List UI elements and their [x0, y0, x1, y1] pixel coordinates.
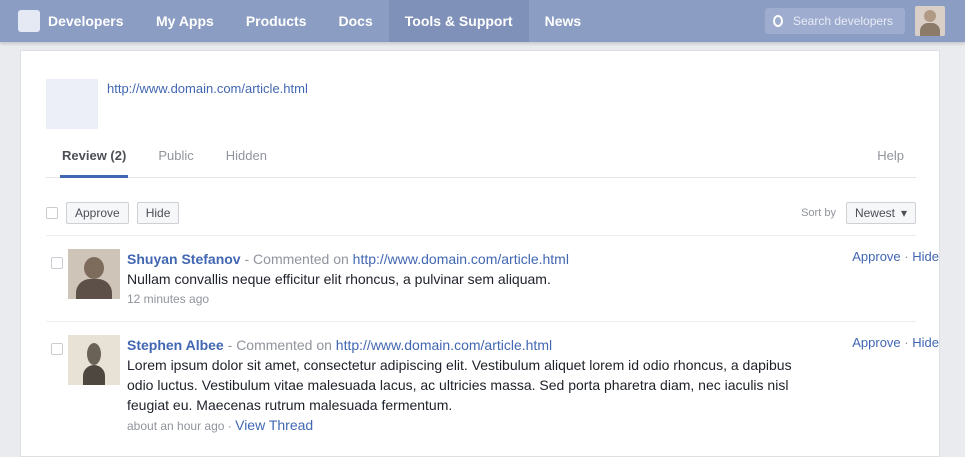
main-nav: My Apps Products Docs Tools & Support Ne… [140, 0, 597, 42]
developers-brand[interactable]: Developers [18, 9, 123, 33]
facebook-logo-icon [18, 10, 40, 32]
page-url-link[interactable]: http://www.domain.com/article.html [107, 81, 308, 96]
comment-author-link[interactable]: Stephen Albee [127, 337, 224, 353]
approve-button[interactable]: Approve [852, 249, 900, 264]
comment-article-link[interactable]: http://www.domain.com/article.html [336, 337, 552, 353]
tab-hidden[interactable]: Hidden [210, 133, 283, 177]
page-thumbnail [46, 79, 98, 129]
moderation-card: http://www.domain.com/article.html Revie… [20, 50, 940, 457]
comment-timestamp[interactable]: about an hour ago [127, 419, 224, 433]
moderation-tabs: Review (2) Public Hidden Help [46, 133, 916, 178]
comment-checkbox[interactable] [51, 257, 63, 269]
bulk-hide-button[interactable]: Hide [136, 202, 180, 224]
user-avatar[interactable] [915, 6, 945, 36]
select-all-checkbox[interactable] [46, 207, 58, 219]
chevron-down-icon: ▾ [900, 206, 907, 220]
nav-item-my-apps[interactable]: My Apps [140, 0, 230, 42]
brand-label: Developers [48, 13, 124, 29]
hide-button[interactable]: Hide [912, 335, 939, 350]
comment-author-link[interactable]: Shuyan Stefanov [127, 251, 241, 267]
comment-actions: Approve · Hide [852, 335, 939, 350]
nav-item-products[interactable]: Products [230, 0, 323, 42]
comment-separator: - [223, 337, 237, 353]
comment-text: Lorem ipsum dolor sit amet, consectetur … [127, 357, 792, 413]
comment-item: Shuyan Stefanov - Commented on http://ww… [46, 249, 939, 322]
avatar[interactable] [68, 249, 120, 299]
sort-dropdown[interactable]: Newest ▾ [845, 202, 916, 224]
approve-button[interactable]: Approve [852, 335, 900, 350]
comment-actions: Approve · Hide [852, 249, 939, 264]
comment-content: Shuyan Stefanov - Commented on http://ww… [127, 249, 792, 309]
comment-checkbox[interactable] [51, 343, 63, 355]
bulk-approve-button[interactable]: Approve [66, 202, 129, 224]
sort-value: Newest [854, 206, 895, 220]
nav-item-docs[interactable]: Docs [323, 0, 389, 42]
comment-content: Stephen Albee - Commented on http://www.… [127, 337, 792, 433]
bulk-action-bar: Approve Hide Sort by Newest ▾ [46, 191, 916, 236]
help-link[interactable]: Help [877, 148, 916, 163]
comment-item: Stephen Albee - Commented on http://www.… [46, 335, 939, 437]
comment-article-link[interactable]: http://www.domain.com/article.html [353, 251, 569, 267]
tab-public[interactable]: Public [142, 133, 209, 177]
search-icon [773, 15, 783, 27]
avatar[interactable] [68, 335, 120, 385]
hide-button[interactable]: Hide [912, 249, 939, 264]
view-thread-link[interactable]: View Thread [235, 417, 313, 433]
search-box [765, 8, 905, 34]
search-input[interactable] [791, 13, 905, 29]
commented-on-label: Commented on [236, 337, 332, 353]
comment-text: Nullam convallis neque efficitur elit rh… [127, 271, 551, 287]
nav-item-news[interactable]: News [529, 0, 598, 42]
tab-review[interactable]: Review (2) [46, 133, 142, 178]
sort-label: Sort by [801, 207, 836, 219]
nav-item-tools-support[interactable]: Tools & Support [388, 0, 529, 42]
top-navigation-bar: Developers My Apps Products Docs Tools &… [0, 0, 965, 42]
commented-on-label: Commented on [253, 251, 349, 267]
comment-separator: - [240, 251, 254, 267]
comment-timestamp[interactable]: 12 minutes ago [127, 292, 209, 306]
